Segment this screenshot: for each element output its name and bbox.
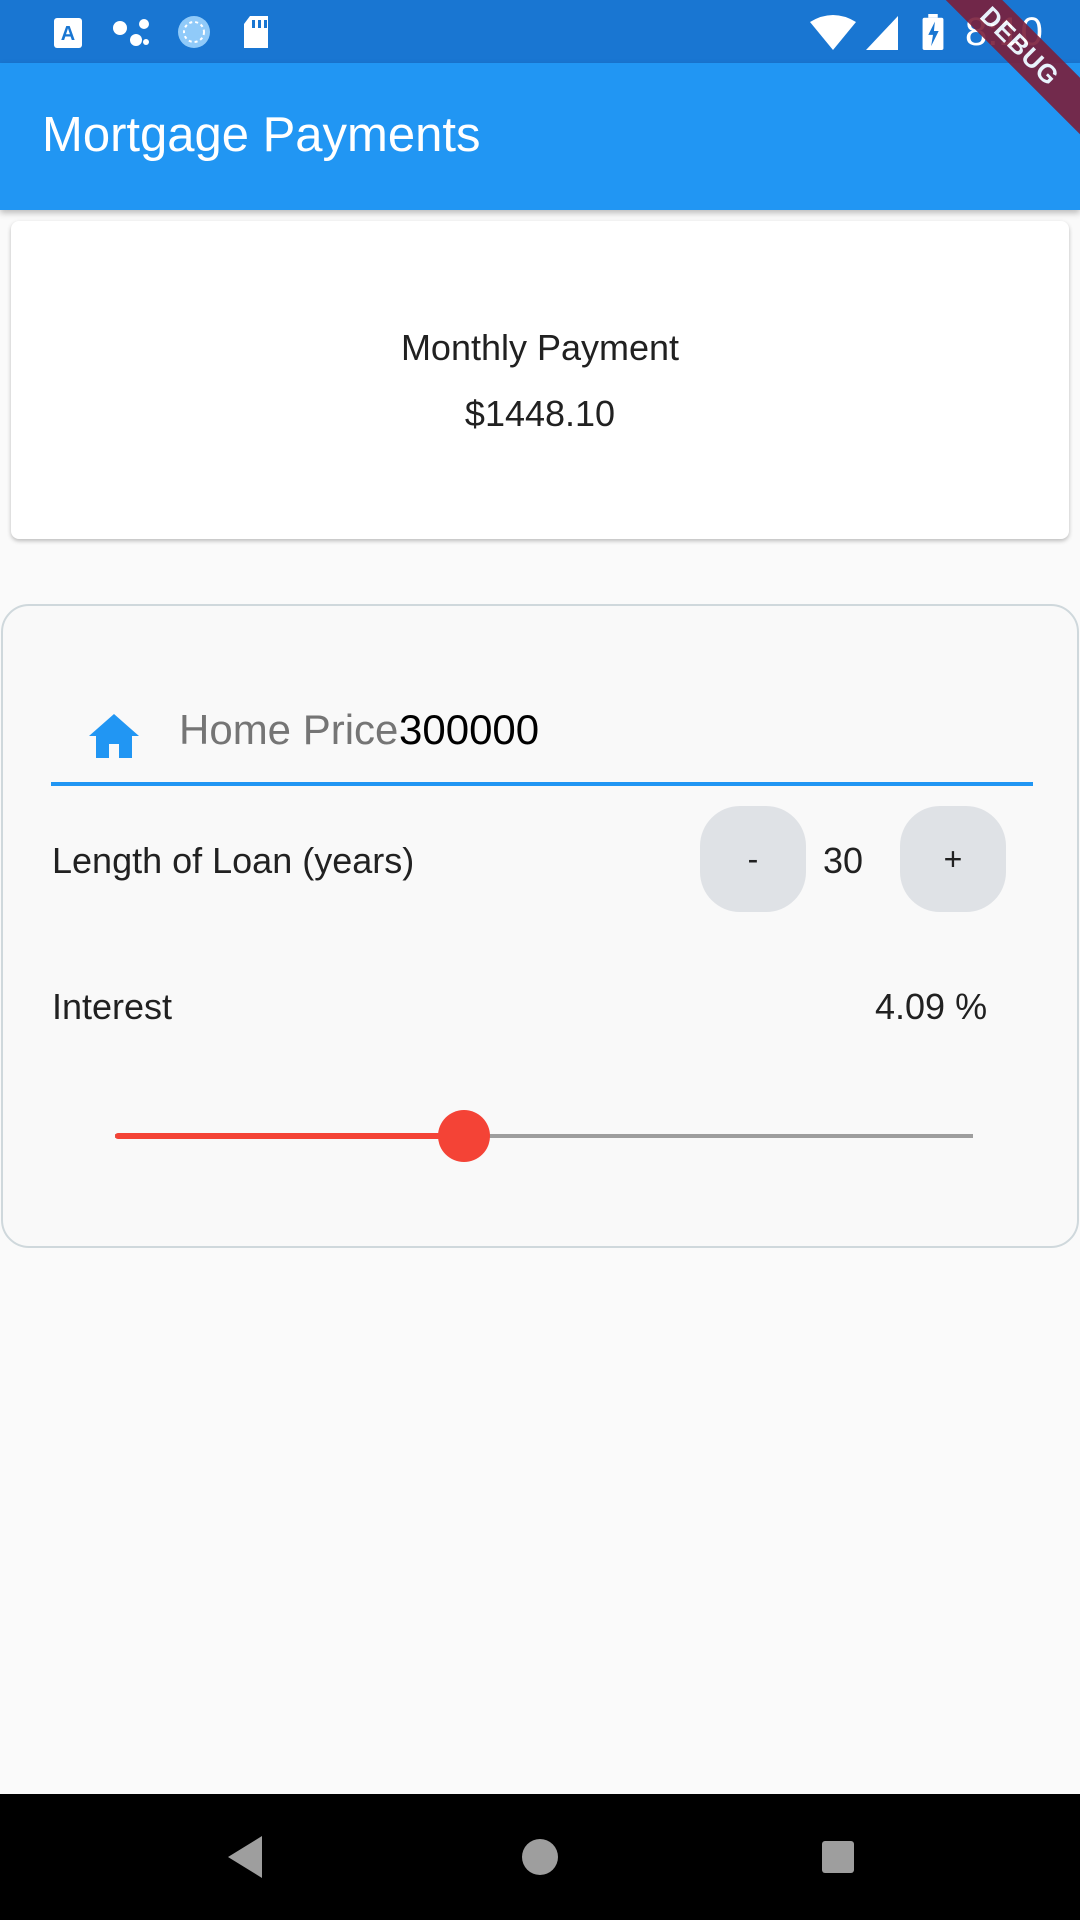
loan-years-value: 30	[823, 840, 864, 881]
recents-square-icon[interactable]	[818, 1832, 858, 1882]
interest-label: Interest	[52, 986, 173, 1027]
monthly-payment-label: Monthly Payment	[400, 327, 680, 368]
loan-length-label: Length of Loan (years)	[52, 840, 415, 881]
slider-active-track	[115, 1133, 465, 1139]
interest-slider[interactable]	[115, 1106, 973, 1166]
sync-circle-icon	[178, 16, 210, 48]
home-price-field[interactable]: Home Price 300000	[51, 666, 1033, 786]
home-price-label: Home Price	[179, 706, 399, 753]
page-title: Mortgage Payments	[42, 108, 481, 162]
app-bar: Mortgage Payments	[0, 63, 1080, 210]
wifi-icon	[810, 15, 856, 50]
mortgage-form-card: Home Price 300000 Length of Loan (years)…	[1, 604, 1079, 1248]
svg-text:A: A	[61, 23, 75, 45]
battery-charging-icon	[922, 14, 944, 50]
interest-value: 4.09 %	[875, 986, 988, 1027]
home-circle-icon[interactable]	[518, 1832, 562, 1882]
monthly-payment-value: $1448.10	[464, 393, 616, 434]
signal-icon	[866, 16, 898, 50]
increment-years-button[interactable]: +	[900, 806, 1006, 912]
home-price-input[interactable]: 300000	[399, 706, 539, 754]
back-icon[interactable]	[222, 1832, 266, 1882]
assistant-dots-icon	[113, 19, 149, 46]
navigation-bar	[0, 1794, 1080, 1920]
monthly-payment-card: Monthly Payment $1448.10	[11, 221, 1069, 539]
sd-card-icon	[244, 16, 268, 48]
decrement-years-button[interactable]: -	[700, 806, 806, 912]
status-bar: A 8:10	[0, 0, 1080, 63]
keyboard-a-icon: A	[54, 18, 82, 48]
slider-thumb[interactable]	[438, 1110, 491, 1162]
screen: A 8:10 Mortg	[0, 0, 1080, 1920]
home-icon	[89, 714, 139, 758]
